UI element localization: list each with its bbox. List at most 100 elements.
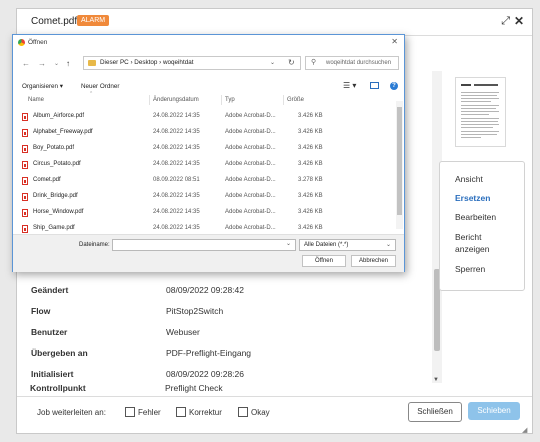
property-row: Benutzer Webuser xyxy=(31,327,200,337)
folder-icon xyxy=(88,60,96,66)
close-button[interactable]: Schließen xyxy=(408,402,462,422)
action-sperren[interactable]: Sperren xyxy=(455,264,485,274)
actions-panel: Ansicht Ersetzen Bearbeiten Bericht anze… xyxy=(439,161,525,291)
pdf-icon xyxy=(22,113,28,121)
file-type-filter[interactable]: Alle Dateien (*.*) ⌄ xyxy=(299,239,396,251)
breadcrumb[interactable]: Dieser PC › Desktop › woqeihtdat xyxy=(100,59,193,66)
modal-title: Comet.pdf xyxy=(31,16,78,27)
cancel-button[interactable]: Abbrechen xyxy=(351,255,396,267)
back-icon[interactable]: ← xyxy=(22,59,30,68)
pdf-icon xyxy=(22,161,28,169)
address-bar[interactable]: Dieser PC › Desktop › woqeihtdat ⌄ ↻ xyxy=(83,56,301,70)
column-header-date[interactable]: Änderungsdatum xyxy=(153,97,199,103)
up-folder-icon[interactable]: ↑ xyxy=(66,59,70,68)
property-label: Benutzer xyxy=(31,327,68,337)
property-label: Initialisiert xyxy=(31,369,74,379)
file-type: Adobe Acrobat-D... xyxy=(225,193,276,199)
file-name[interactable]: Circus_Potato.pdf xyxy=(33,161,81,167)
file-name[interactable]: Album_Airforce.pdf xyxy=(33,113,84,119)
file-row[interactable]: Drink_Bridge.pdf 24.08.2022 14:35 Adobe … xyxy=(13,191,389,207)
file-type: Adobe Acrobat-D... xyxy=(225,113,276,119)
property-label: Übergeben an xyxy=(31,348,88,358)
property-label: Flow xyxy=(31,306,51,316)
search-placeholder: woqeihtdat durchsuchen xyxy=(326,60,392,66)
file-date: 08.09.2022 08:51 xyxy=(153,177,200,183)
checkbox-fehler-label[interactable]: Fehler xyxy=(138,408,161,417)
file-row[interactable]: Circus_Potato.pdf 24.08.2022 14:35 Adobe… xyxy=(13,159,389,175)
recent-locations-icon[interactable]: ⌄ xyxy=(54,60,59,67)
file-size: 3.426 KB xyxy=(298,209,323,215)
column-divider[interactable] xyxy=(149,95,150,105)
document-thumbnail[interactable] xyxy=(455,77,506,147)
chevron-down-icon[interactable]: ⌄ xyxy=(286,240,291,247)
action-ersetzen[interactable]: Ersetzen xyxy=(455,193,490,203)
dialog-close-icon[interactable]: ✕ xyxy=(391,37,398,46)
file-row[interactable]: Alphabet_Freeway.pdf 24.08.2022 14:35 Ad… xyxy=(13,127,389,143)
file-size: 3.426 KB xyxy=(298,161,323,167)
file-row[interactable]: Horse_Window.pdf 24.08.2022 14:35 Adobe … xyxy=(13,207,389,223)
file-name[interactable]: Drink_Bridge.pdf xyxy=(33,193,78,199)
file-size: 3.278 KB xyxy=(298,177,323,183)
file-type: Adobe Acrobat-D... xyxy=(225,209,276,215)
chevron-down-icon[interactable]: ⌄ xyxy=(386,241,391,248)
file-name[interactable]: Comet.pdf xyxy=(33,177,61,183)
scroll-down-icon[interactable]: ▼ xyxy=(433,377,439,383)
column-header-type[interactable]: Typ xyxy=(225,97,235,103)
chevron-down-icon[interactable]: ⌄ xyxy=(270,59,275,66)
close-icon[interactable]: ✕ xyxy=(514,14,524,28)
dialog-toolbar: Organisieren ▾ Neuer Ordner ☰ ▾ ? xyxy=(13,79,404,94)
forward-icon[interactable]: → xyxy=(38,59,46,68)
pdf-icon xyxy=(22,209,28,217)
action-bearbeiten[interactable]: Bearbeiten xyxy=(455,212,496,222)
checkbox-okay-label[interactable]: Okay xyxy=(251,408,270,417)
search-input[interactable]: ⚲ woqeihtdat durchsuchen xyxy=(305,56,399,70)
file-date: 24.08.2022 14:35 xyxy=(153,113,200,119)
file-row[interactable]: Comet.pdf 08.09.2022 08:51 Adobe Acrobat… xyxy=(13,175,389,191)
new-folder-button[interactable]: Neuer Ordner xyxy=(81,83,120,90)
refresh-icon[interactable]: ↻ xyxy=(288,58,295,67)
checkbox-korrektur[interactable] xyxy=(176,407,186,417)
property-value: 08/09/2022 09:28:26 xyxy=(166,369,244,379)
file-type: Adobe Acrobat-D... xyxy=(225,129,276,135)
route-label: Job weiterleiten an: xyxy=(37,408,106,417)
column-divider[interactable] xyxy=(221,95,222,105)
checkbox-korrektur-label[interactable]: Korrektur xyxy=(189,408,222,417)
expand-icon[interactable]: ⤢ xyxy=(501,15,510,28)
file-date: 24.08.2022 14:35 xyxy=(153,209,200,215)
file-row[interactable]: Ship_Game.pdf 24.08.2022 14:35 Adobe Acr… xyxy=(13,223,389,233)
filename-input[interactable] xyxy=(112,239,296,251)
file-list-scrollbar-thumb[interactable] xyxy=(397,107,402,215)
file-size: 3.426 KB xyxy=(298,225,323,231)
open-button[interactable]: Öffnen xyxy=(302,255,346,267)
file-row[interactable]: Boy_Potato.pdf 24.08.2022 14:35 Adobe Ac… xyxy=(13,143,389,159)
property-label: Kontrollpunkt xyxy=(30,383,86,393)
column-header-size[interactable]: Größe xyxy=(287,97,304,103)
file-date: 24.08.2022 14:35 xyxy=(153,225,200,231)
action-bericht-anzeigen[interactable]: Bericht anzeigen xyxy=(455,231,515,255)
checkbox-okay[interactable] xyxy=(238,407,248,417)
send-button[interactable]: Schieben xyxy=(468,402,520,420)
property-row: Geändert 08/09/2022 09:28:42 xyxy=(31,285,244,295)
file-name[interactable]: Horse_Window.pdf xyxy=(33,209,83,215)
resize-grip-icon[interactable]: ◢ xyxy=(522,426,527,434)
column-header-name[interactable]: Name xyxy=(28,97,44,103)
modal-header: Comet.pdf ALARM ⤢ ✕ xyxy=(17,9,532,36)
file-size: 3.426 KB xyxy=(298,113,323,119)
property-value: PDF-Preflight-Eingang xyxy=(166,348,252,358)
checkbox-fehler[interactable] xyxy=(125,407,135,417)
view-options-icon[interactable]: ☰ ▾ xyxy=(343,81,356,90)
file-name[interactable]: Boy_Potato.pdf xyxy=(33,145,74,151)
action-ansicht[interactable]: Ansicht xyxy=(455,174,483,184)
browser-icon xyxy=(18,39,25,46)
organize-button[interactable]: Organisieren ▾ xyxy=(22,83,63,90)
file-size: 3.426 KB xyxy=(298,129,323,135)
file-name[interactable]: Alphabet_Freeway.pdf xyxy=(33,129,93,135)
file-name[interactable]: Ship_Game.pdf xyxy=(33,225,75,231)
property-label: Geändert xyxy=(31,285,69,295)
help-icon[interactable]: ? xyxy=(390,82,398,90)
column-divider[interactable] xyxy=(283,95,284,105)
search-icon: ⚲ xyxy=(311,59,317,66)
file-row[interactable]: Album_Airforce.pdf 24.08.2022 14:35 Adob… xyxy=(13,111,389,127)
file-type: Adobe Acrobat-D... xyxy=(225,161,276,167)
preview-pane-icon[interactable] xyxy=(370,82,379,89)
